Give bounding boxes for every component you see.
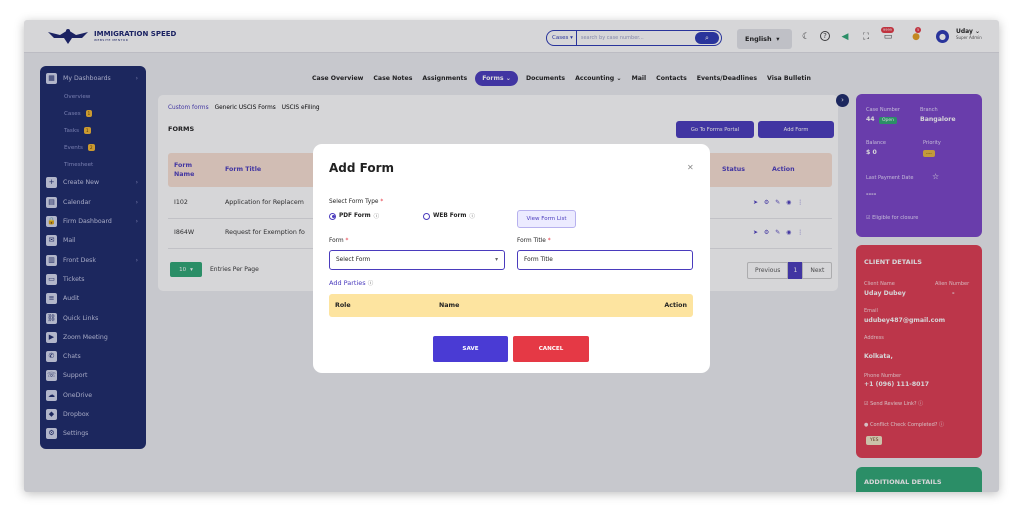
app-window: IMMIGRATION SPEED WEBSITE MENTOR Cases ▾…	[24, 20, 999, 492]
form-type-label: Select Form Type *	[329, 199, 384, 205]
help-icon: ⓘ	[373, 214, 380, 220]
web-form-radio[interactable]: WEB Form ⓘ	[423, 212, 475, 220]
view-form-list-button[interactable]: View Form List	[517, 210, 576, 228]
col-name: Name	[439, 302, 460, 309]
pdf-form-radio[interactable]: PDF Form ⓘ	[329, 212, 379, 220]
form-label: Form *	[329, 238, 349, 244]
help-icon: ⓘ	[469, 214, 475, 220]
add-parties-link[interactable]: Add Parties ⓘ	[329, 279, 373, 287]
col-action: Action	[664, 302, 687, 309]
cancel-button[interactable]: CANCEL	[513, 336, 589, 362]
close-icon[interactable]: ✕	[687, 163, 694, 172]
parties-table-header: Role Name Action	[329, 294, 693, 317]
form-select[interactable]: Select Form ▾	[329, 250, 505, 270]
modal-title: Add Form	[329, 161, 395, 175]
save-button[interactable]: SAVE	[433, 336, 508, 362]
form-title-input[interactable]: Form Title	[517, 250, 693, 270]
chevron-down-icon: ▾	[495, 257, 498, 263]
radio-empty-icon	[423, 212, 430, 220]
radio-selected-icon	[329, 212, 336, 220]
add-form-modal: Add Form ✕ Select Form Type * PDF Form ⓘ …	[313, 144, 710, 373]
form-title-label: Form Title *	[517, 238, 551, 244]
col-role: Role	[335, 302, 351, 309]
